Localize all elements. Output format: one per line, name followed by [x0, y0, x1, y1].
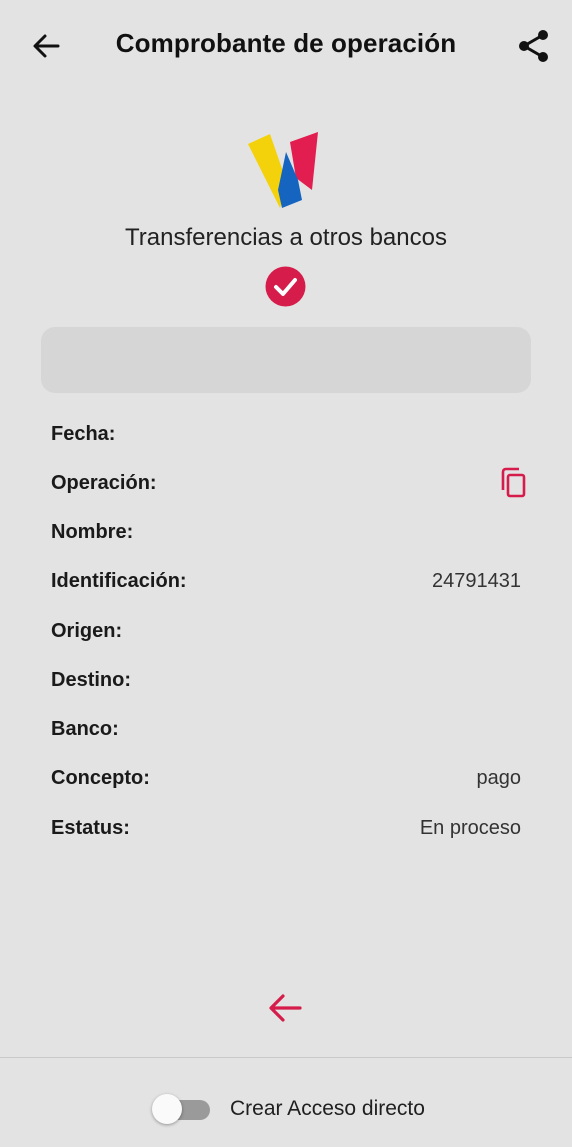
detail-row-nombre: Nombre:: [51, 521, 521, 551]
detail-row-estatus: Estatus: En proceso: [51, 817, 521, 847]
detail-label: Estatus:: [51, 817, 130, 839]
detail-label: Origen:: [51, 620, 123, 642]
detail-value: En proceso: [419, 817, 521, 839]
detail-row-identificacion: Identificación: 24791431: [51, 570, 521, 600]
detail-label: Concepto:: [51, 767, 150, 789]
shortcut-toggle[interactable]: [152, 1094, 210, 1124]
page-title: Comprobante de operación: [115, 28, 457, 58]
arrow-left-icon[interactable]: [266, 988, 306, 1028]
detail-row-fecha: Fecha:: [51, 423, 521, 453]
detail-label: Operación:: [51, 472, 157, 494]
app-header: Comprobante de operación: [0, 0, 572, 90]
detail-label: Fecha:: [51, 423, 116, 445]
detail-row-banco: Banco:: [51, 718, 521, 748]
detail-label: Destino:: [51, 669, 131, 691]
detail-row-destino: Destino:: [51, 669, 521, 699]
detail-label: Nombre:: [51, 521, 134, 543]
bank-logo: [248, 132, 318, 208]
copy-icon[interactable]: [497, 466, 529, 500]
detail-row-concepto: Concepto: pago: [51, 767, 521, 797]
detail-label: Banco:: [51, 718, 119, 740]
detail-value: pago: [476, 767, 522, 789]
check-circle-icon: [265, 266, 306, 307]
operation-type-title: Transferencias a otros bancos: [125, 224, 447, 251]
detail-label: Identificación:: [51, 570, 187, 592]
toggle-knob: [152, 1094, 182, 1124]
detail-row-origen: Origen:: [51, 620, 521, 650]
detail-value: 24791431: [432, 570, 521, 592]
detail-row-operacion: Operación:: [51, 467, 526, 502]
share-icon[interactable]: [514, 26, 554, 66]
shortcut-toggle-label: Crear Acceso directo: [230, 1097, 425, 1120]
footer-divider: [0, 1057, 572, 1058]
amount-box: [41, 327, 531, 393]
